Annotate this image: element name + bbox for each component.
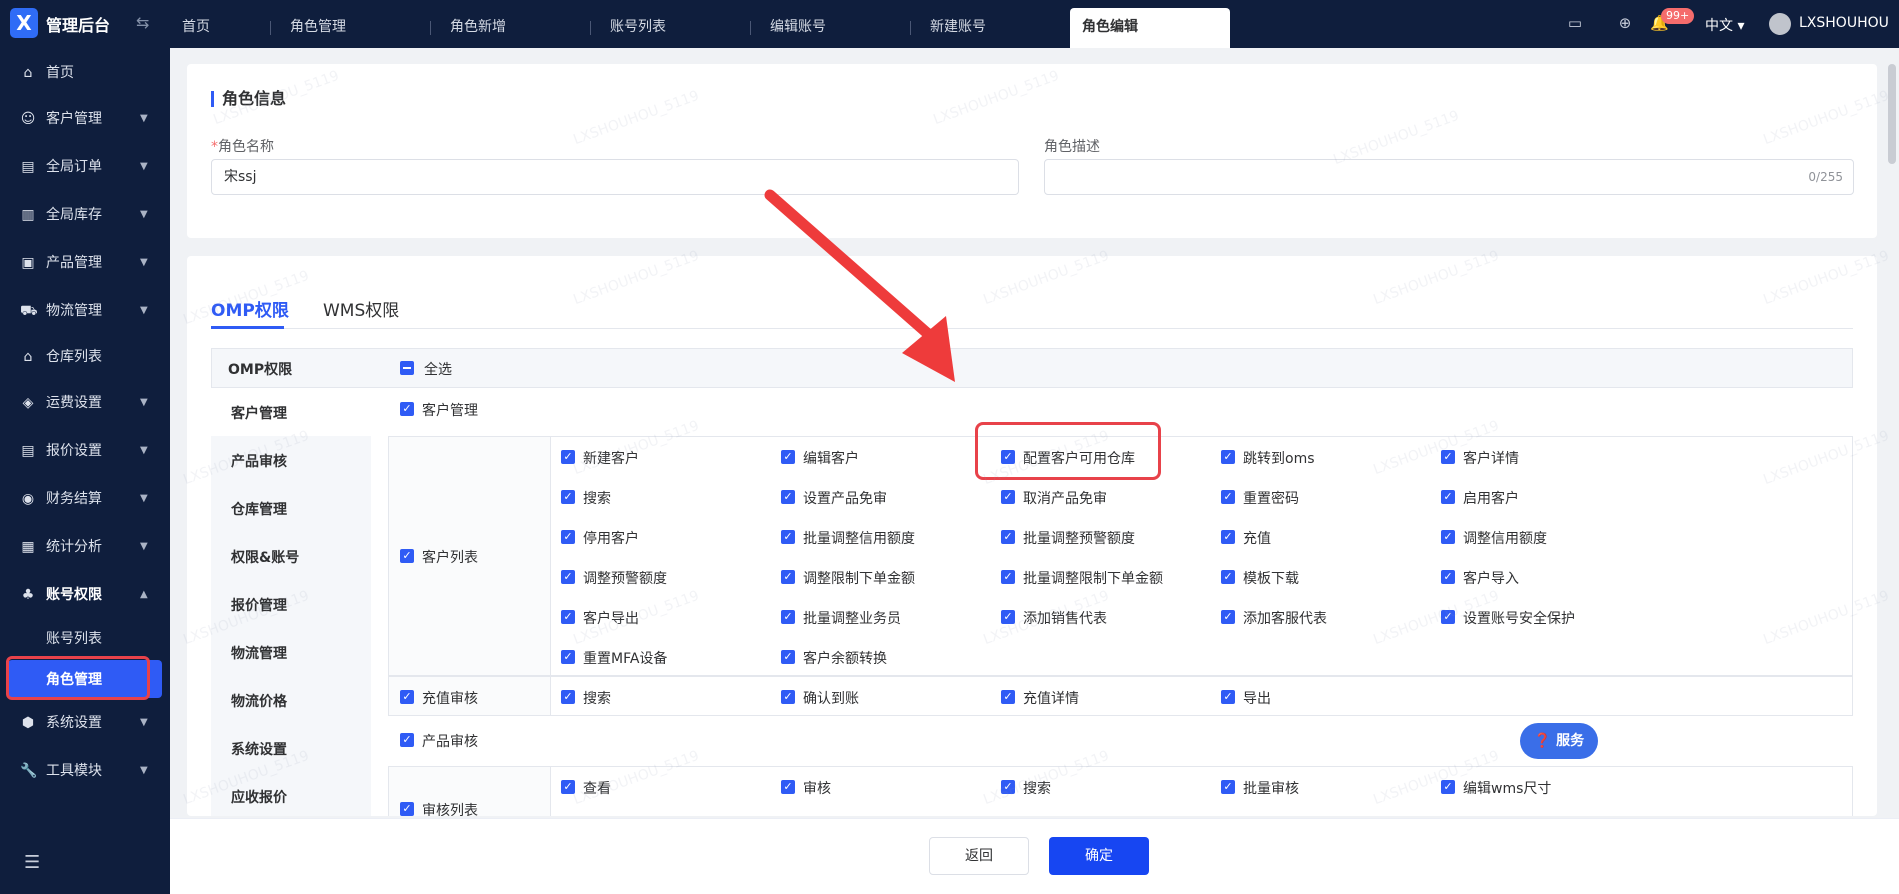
scrollbar[interactable]: [1888, 64, 1896, 164]
confirm-button[interactable]: 确定: [1049, 837, 1149, 875]
back-button[interactable]: 返回: [929, 837, 1029, 875]
footer-bar: 返回 确定: [170, 818, 1899, 894]
question-icon: ❓: [1533, 733, 1552, 749]
annotation-arrow: [764, 189, 955, 382]
service-label: 服务: [1556, 733, 1585, 749]
service-button[interactable]: ❓ 服务: [1520, 723, 1598, 759]
